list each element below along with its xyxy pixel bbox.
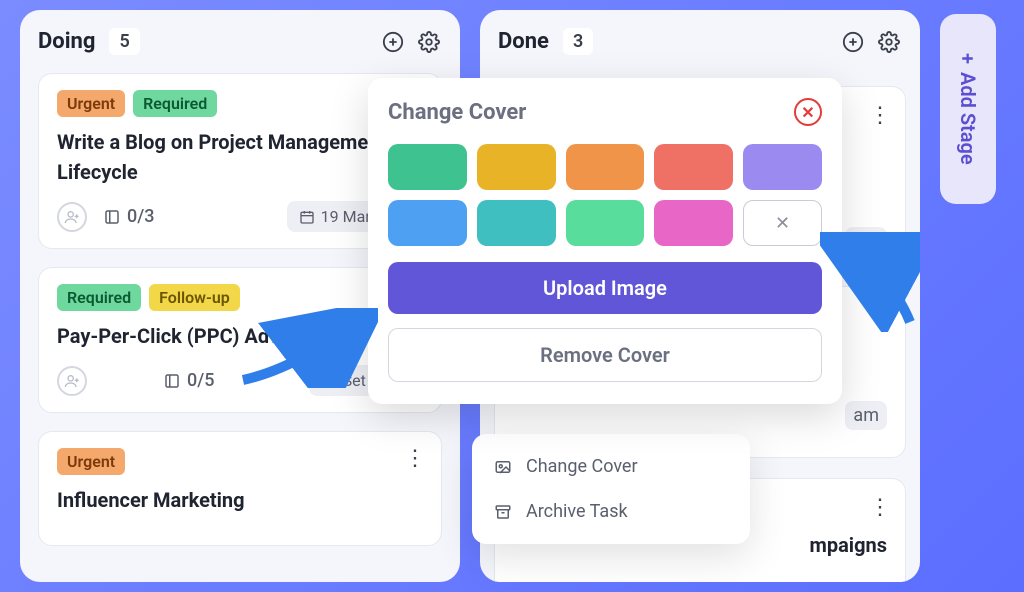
subtask-count: 0/4: [836, 579, 887, 582]
image-icon: [494, 458, 512, 476]
color-swatch[interactable]: [566, 144, 645, 190]
change-cover-popover: Change Cover ✕ ✕ Upload Image Remove Cov…: [368, 78, 842, 404]
tag-urgent: Urgent: [57, 90, 125, 117]
menu-change-cover[interactable]: Change Cover: [476, 444, 746, 489]
card-title-fragment: mpaigns: [810, 533, 887, 557]
tag-required: Required: [57, 284, 141, 311]
gear-icon[interactable]: [876, 29, 902, 55]
column-actions: [840, 29, 902, 55]
column-title: Doing: [38, 29, 95, 54]
add-stage-text: Add Stage: [956, 72, 980, 165]
no-color-swatch[interactable]: ✕: [743, 200, 822, 246]
card-title: Influencer Marketing: [57, 485, 423, 515]
menu-label: Archive Task: [526, 501, 628, 522]
tag-row: Urgent: [57, 448, 423, 475]
assignee-icon[interactable]: [57, 366, 87, 396]
color-swatch[interactable]: [743, 144, 822, 190]
popover-header: Change Cover ✕: [388, 98, 822, 126]
subtask-text: 0/4: [860, 579, 887, 582]
subtask-count: 0/3: [103, 206, 154, 227]
add-card-icon[interactable]: [840, 29, 866, 55]
popover-title: Change Cover: [388, 100, 526, 125]
column-header: Done 3: [498, 28, 902, 55]
color-swatch[interactable]: [654, 200, 733, 246]
menu-archive-task[interactable]: Archive Task: [476, 489, 746, 534]
add-stage-label: + Add Stage: [956, 53, 980, 165]
color-swatch[interactable]: [566, 200, 645, 246]
card-menu-icon[interactable]: ⋮: [404, 446, 427, 471]
color-swatch[interactable]: [388, 200, 467, 246]
color-swatches: ✕: [388, 144, 822, 246]
column-count: 3: [563, 28, 593, 55]
callout-arrow-left: [238, 308, 378, 388]
tag-followup: Follow-up: [149, 284, 240, 311]
add-card-icon[interactable]: [380, 29, 406, 55]
menu-label: Change Cover: [526, 456, 638, 477]
column-header: Doing 5: [38, 28, 442, 55]
column-count: 5: [109, 28, 139, 55]
subtask-text: 0/5: [187, 370, 214, 391]
close-icon[interactable]: ✕: [794, 98, 822, 126]
color-swatch[interactable]: [388, 144, 467, 190]
callout-arrow-right: [820, 232, 920, 332]
plus-icon: +: [956, 53, 980, 64]
archive-icon: [494, 503, 512, 521]
column-title: Done: [498, 29, 549, 54]
subtask-text: 0/3: [127, 206, 154, 227]
color-swatch[interactable]: [654, 144, 733, 190]
assignee-icon[interactable]: [57, 202, 87, 232]
upload-image-button[interactable]: Upload Image: [388, 262, 822, 314]
color-swatch[interactable]: [477, 200, 556, 246]
tag-urgent: Urgent: [57, 448, 125, 475]
gear-icon[interactable]: [416, 29, 442, 55]
task-card[interactable]: ⋮ Urgent Influencer Marketing: [38, 431, 442, 546]
tag-required: Required: [133, 90, 217, 117]
subtask-count: 0/5: [163, 370, 214, 391]
date-text: am: [845, 401, 887, 430]
card-menu-icon[interactable]: ⋮: [869, 103, 891, 128]
color-swatch[interactable]: [477, 144, 556, 190]
column-actions: [380, 29, 442, 55]
card-menu-icon[interactable]: ⋮: [869, 495, 891, 520]
card-context-menu: Change Cover Archive Task: [472, 434, 750, 544]
remove-cover-button[interactable]: Remove Cover: [388, 328, 822, 382]
add-stage-button[interactable]: + Add Stage: [940, 14, 996, 204]
